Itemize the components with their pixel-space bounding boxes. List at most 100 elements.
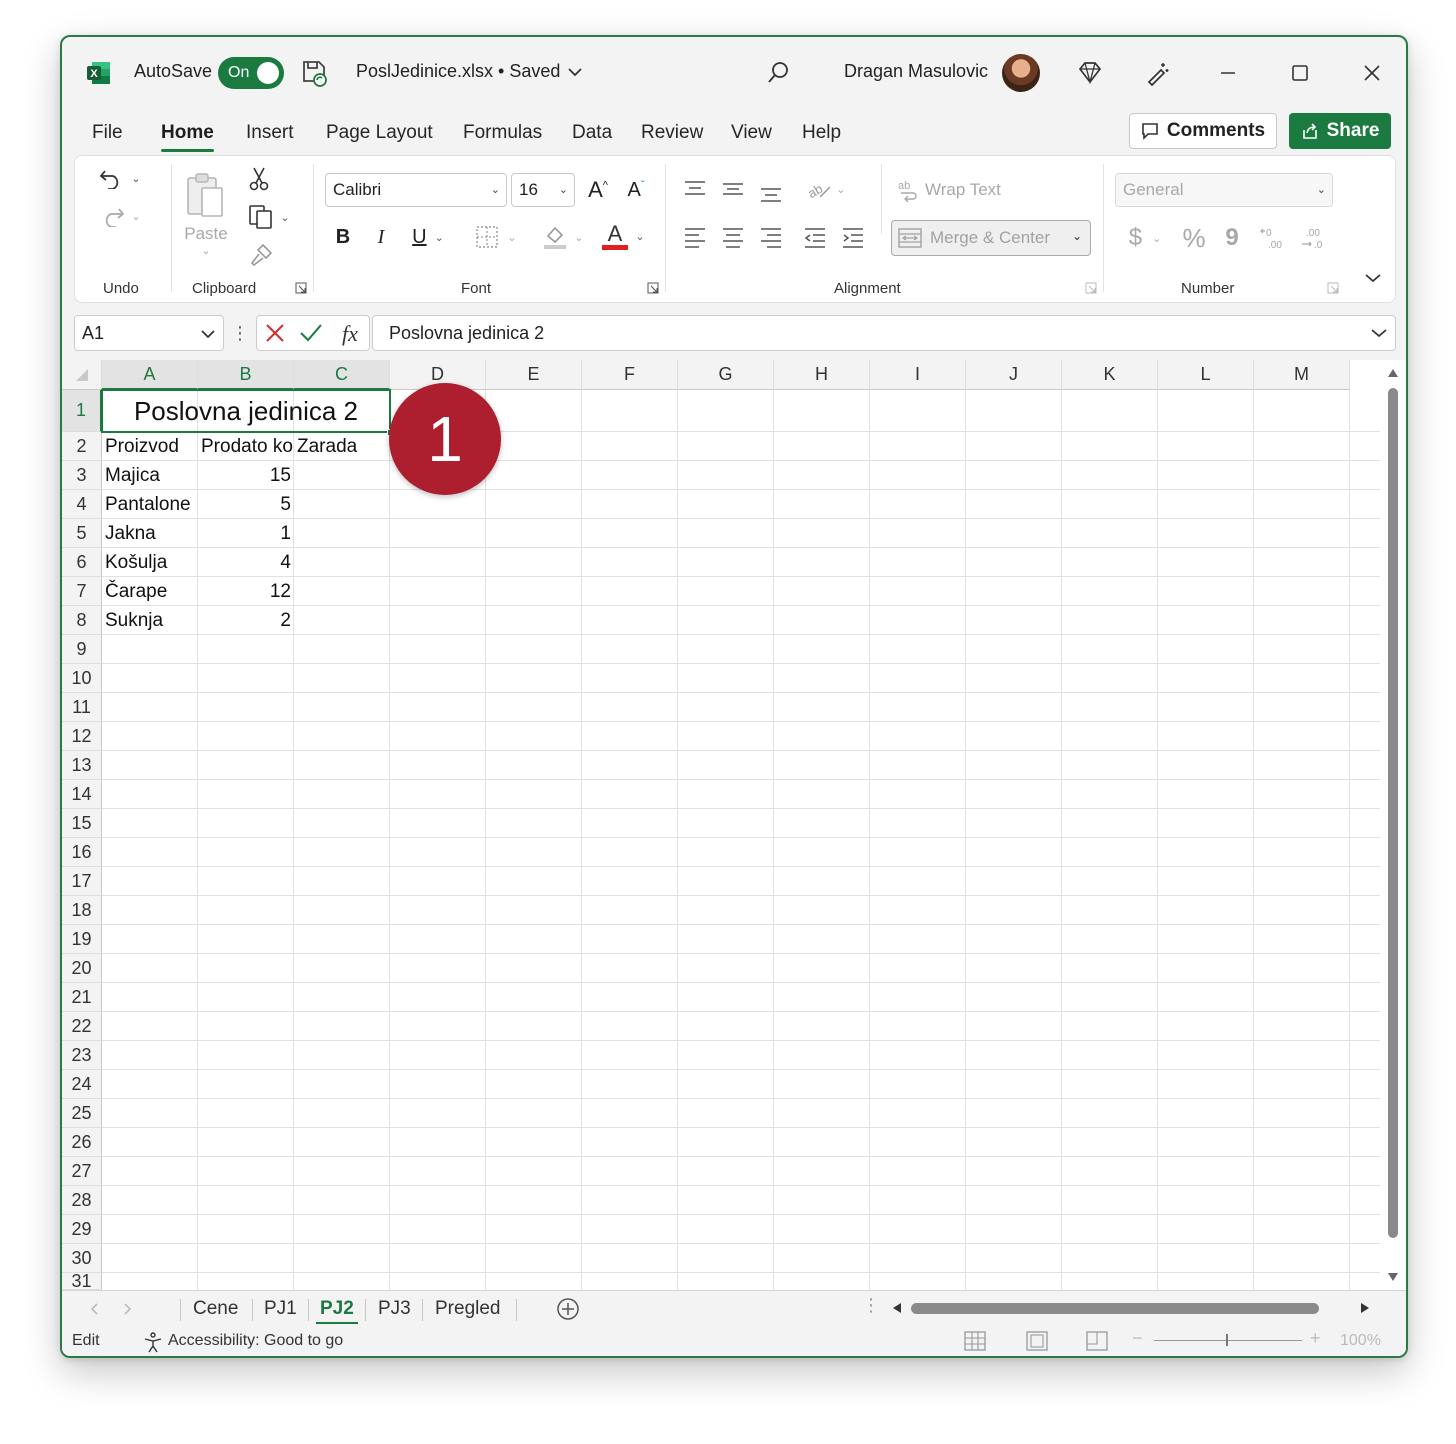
cell-sold[interactable]: 4: [198, 548, 291, 577]
cut-button[interactable]: [243, 164, 275, 194]
cell-product[interactable]: Košulja: [105, 548, 201, 577]
tab-file[interactable]: File: [92, 122, 123, 144]
sheet-tab-pregled[interactable]: Pregled: [435, 1295, 501, 1323]
comma-style-button[interactable]: 9: [1215, 222, 1249, 254]
currency-button[interactable]: $ ⌄: [1119, 222, 1171, 254]
row-header-22[interactable]: 22: [62, 1012, 102, 1041]
row-header-16[interactable]: 16: [62, 838, 102, 867]
cell-product[interactable]: Pantalone: [105, 490, 201, 519]
cell-sold[interactable]: 12: [198, 577, 291, 606]
row-header-31[interactable]: 31: [62, 1271, 102, 1291]
align-right-button[interactable]: [755, 222, 787, 252]
row-header-19[interactable]: 19: [62, 925, 102, 954]
cell-product[interactable]: Čarape: [105, 577, 201, 606]
row-header-29[interactable]: 29: [62, 1215, 102, 1244]
name-box[interactable]: A1: [74, 315, 224, 351]
row-header-24[interactable]: 24: [62, 1070, 102, 1099]
scroll-up-icon[interactable]: [1387, 368, 1399, 378]
align-center-button[interactable]: [717, 222, 749, 252]
sheet-tab-pj2[interactable]: PJ2: [316, 1295, 358, 1325]
decrease-decimal-icon-button[interactable]: .00.0: [1297, 222, 1331, 254]
font-name-select[interactable]: Calibri ⌄: [325, 173, 507, 207]
increase-font-button[interactable]: A^: [581, 173, 615, 207]
worksheet-grid[interactable]: ABCDEFGHIJKLM 1 2 3 4 5 6 7 8 9 10 11 12 13 14 15 16 17 1…: [62, 360, 1406, 1291]
column-header-f[interactable]: F: [582, 360, 678, 390]
row-header-30[interactable]: 30: [62, 1244, 102, 1273]
file-title-dropdown[interactable]: PoslJedinice.xlsx • Saved: [356, 61, 583, 82]
accessibility-status[interactable]: Accessibility: Good to go: [168, 1332, 343, 1350]
next-sheet-icon[interactable]: [124, 1303, 132, 1315]
increase-decimal-button[interactable]: 0.00: [1257, 222, 1291, 254]
comments-button[interactable]: Comments: [1129, 113, 1277, 149]
row-header-3[interactable]: 3: [62, 461, 102, 490]
zoom-out-icon[interactable]: −: [1132, 1328, 1143, 1349]
sheet-tab-cene[interactable]: Cene: [193, 1295, 238, 1323]
tab-formulas[interactable]: Formulas: [463, 122, 542, 144]
number-launcher-icon[interactable]: [1327, 282, 1339, 294]
fill-color-button[interactable]: ⌄: [537, 222, 589, 252]
row-header-8[interactable]: 8: [62, 606, 102, 635]
decrease-font-button[interactable]: Aˇ: [619, 173, 653, 207]
cell-sold[interactable]: 15: [198, 461, 291, 490]
orientation-button[interactable]: ab ⌄: [799, 174, 851, 204]
row-header-13[interactable]: 13: [62, 751, 102, 780]
row-header-6[interactable]: 6: [62, 548, 102, 577]
avatar[interactable]: [1002, 54, 1040, 92]
search-icon[interactable]: [764, 59, 792, 87]
font-launcher-icon[interactable]: [647, 282, 659, 294]
underline-button[interactable]: U ⌄: [405, 222, 451, 252]
cell-a2-header[interactable]: Proizvod: [105, 432, 198, 461]
zoom-level[interactable]: 100%: [1340, 1332, 1381, 1350]
page-layout-view-icon[interactable]: [1026, 1331, 1048, 1351]
zoom-in-icon[interactable]: +: [1310, 1328, 1321, 1349]
tab-help[interactable]: Help: [802, 122, 841, 144]
font-size-select[interactable]: 16 ⌄: [511, 173, 575, 207]
row-header-25[interactable]: 25: [62, 1099, 102, 1128]
tab-view[interactable]: View: [731, 122, 772, 144]
horizontal-scroll-thumb[interactable]: [911, 1303, 1319, 1314]
column-header-h[interactable]: H: [774, 360, 870, 390]
row-header-21[interactable]: 21: [62, 983, 102, 1012]
row-header-5[interactable]: 5: [62, 519, 102, 548]
column-header-i[interactable]: I: [870, 360, 966, 390]
row-header-4[interactable]: 4: [62, 490, 102, 519]
column-header-l[interactable]: L: [1158, 360, 1254, 390]
tab-review[interactable]: Review: [641, 122, 703, 144]
cell-product[interactable]: Jakna: [105, 519, 201, 548]
minimize-button[interactable]: [1212, 57, 1244, 89]
row-header-10[interactable]: 10: [62, 664, 102, 693]
cell-b2-header[interactable]: Prodato ko: [201, 432, 294, 461]
align-bottom-button[interactable]: [755, 178, 787, 208]
italic-button[interactable]: I: [367, 222, 395, 252]
column-header-b[interactable]: B: [198, 360, 294, 390]
designer-wand-icon[interactable]: [1144, 59, 1172, 87]
row-header-7[interactable]: 7: [62, 577, 102, 606]
tab-insert[interactable]: Insert: [246, 122, 294, 144]
scroll-down-icon[interactable]: [1387, 1272, 1399, 1282]
cell-c2-header[interactable]: Zarada: [297, 432, 390, 461]
sheet-tab-pj1[interactable]: PJ1: [264, 1295, 297, 1323]
wrap-text-button[interactable]: ab Wrap Text: [897, 174, 1037, 206]
sheet-tab-pj3[interactable]: PJ3: [378, 1295, 411, 1323]
column-header-e[interactable]: E: [486, 360, 582, 390]
select-all-corner[interactable]: [62, 360, 102, 390]
column-header-g[interactable]: G: [678, 360, 774, 390]
tab-page-layout[interactable]: Page Layout: [326, 122, 433, 144]
row-header-9[interactable]: 9: [62, 635, 102, 664]
undo-button[interactable]: ⌄: [95, 162, 145, 194]
formula-input[interactable]: Poslovna jedinica 2: [372, 315, 1396, 351]
row-header-20[interactable]: 20: [62, 954, 102, 983]
row-header-28[interactable]: 28: [62, 1186, 102, 1215]
close-button[interactable]: [1356, 57, 1388, 89]
number-format-select[interactable]: General ⌄: [1115, 173, 1333, 207]
bold-button[interactable]: B: [329, 222, 357, 252]
row-header-17[interactable]: 17: [62, 867, 102, 896]
row-header-23[interactable]: 23: [62, 1041, 102, 1070]
cell-sold[interactable]: 1: [198, 519, 291, 548]
row-header-12[interactable]: 12: [62, 722, 102, 751]
paste-button[interactable]: Paste ⌄: [179, 164, 233, 264]
autosave-toggle[interactable]: On: [218, 57, 284, 89]
redo-button[interactable]: ⌄: [95, 200, 145, 232]
column-header-a[interactable]: A: [102, 360, 198, 390]
tab-splitter-icon[interactable]: ⋮: [862, 1295, 880, 1316]
